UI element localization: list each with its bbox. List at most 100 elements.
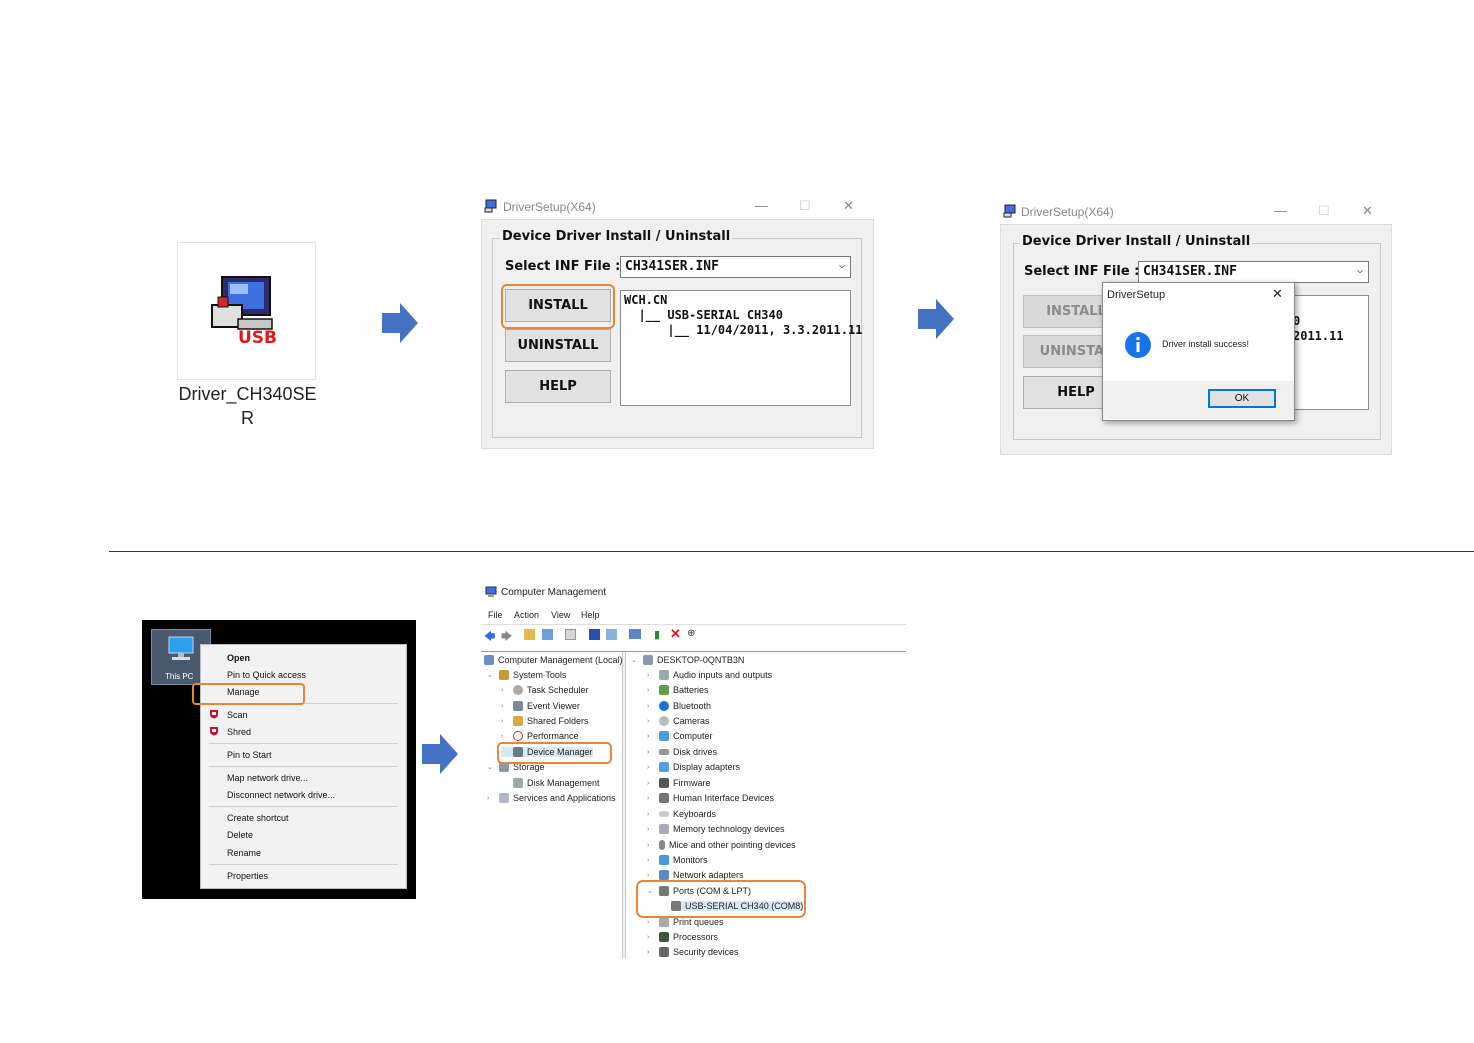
dialog-close-icon[interactable]: ✕: [1272, 286, 1283, 302]
chevron-right-icon: ›: [647, 671, 650, 679]
audio-icon: [659, 670, 669, 680]
tree-task-scheduler[interactable]: › Task Scheduler: [501, 685, 589, 695]
back-icon[interactable]: 🡄: [484, 628, 495, 647]
memory-icon: [659, 824, 669, 834]
chevron-right-icon: ›: [647, 779, 650, 787]
menu-item-pin-quick-access[interactable]: Pin to Quick access: [227, 670, 306, 680]
menu-item-open[interactable]: Open: [227, 653, 250, 663]
up-folder-icon[interactable]: [524, 629, 535, 640]
chevron-right-icon: ›: [647, 748, 650, 756]
arrow-right-icon: [918, 299, 954, 339]
ok-button[interactable]: OK: [1208, 389, 1276, 408]
manage-highlight: [192, 683, 305, 705]
close-icon[interactable]: ✕: [843, 198, 854, 214]
device-category[interactable]: › Audio inputs and outputs: [647, 670, 772, 680]
view-icon[interactable]: [606, 629, 617, 640]
minimize-icon[interactable]: —: [755, 198, 768, 213]
device-category[interactable]: › Cameras: [647, 716, 710, 726]
device-category[interactable]: › Monitors: [647, 855, 708, 865]
update-driver-icon[interactable]: ▮: [654, 628, 660, 641]
properties-icon[interactable]: [565, 629, 576, 640]
info-icon: [1125, 332, 1151, 358]
close-icon[interactable]: ✕: [1362, 203, 1373, 219]
menu-item-delete[interactable]: Delete: [227, 830, 253, 840]
section-divider: [109, 551, 1474, 552]
chevron-right-icon: ›: [647, 763, 650, 771]
menu-item-shred[interactable]: Shred: [227, 727, 251, 737]
toolbar-bottom-border: [481, 651, 906, 652]
help-icon[interactable]: [589, 629, 600, 640]
show-hide-tree-icon[interactable]: [542, 629, 553, 640]
device-category[interactable]: › Print queues: [647, 917, 724, 927]
menu-action[interactable]: Action: [514, 610, 539, 620]
menu-help[interactable]: Help: [581, 610, 600, 620]
window-title: DriverSetup(X64): [503, 200, 596, 214]
chevron-right-icon: ›: [647, 948, 650, 956]
info-partial: 2011.11: [1293, 329, 1344, 343]
device-category-label: Firmware: [673, 778, 711, 788]
device-category[interactable]: › Processors: [647, 932, 718, 942]
device-category[interactable]: › Firmware: [647, 778, 711, 788]
device-category-label: Memory technology devices: [673, 824, 785, 834]
tree-disk-management[interactable]: Disk Management: [501, 778, 600, 788]
device-category[interactable]: › Memory technology devices: [647, 824, 785, 834]
chevron-down-icon: ⌄: [631, 657, 637, 664]
menu-item-properties[interactable]: Properties: [227, 871, 268, 881]
monitor-icon: [659, 855, 669, 865]
menu-view[interactable]: View: [551, 610, 570, 620]
menu-file[interactable]: File: [488, 610, 503, 620]
driver-setup-app-icon: [484, 199, 497, 213]
tree-shared-folders[interactable]: › Shared Folders: [501, 716, 589, 726]
pane-splitter[interactable]: [622, 652, 626, 958]
device-root[interactable]: ⌄ DESKTOP-0QNTB3N: [631, 655, 744, 665]
device-category[interactable]: › Network adapters: [647, 870, 744, 880]
device-category[interactable]: › Security devices: [647, 947, 739, 957]
services-icon: [499, 793, 509, 803]
device-category-label: Mice and other pointing devices: [669, 840, 796, 850]
tree-services-applications[interactable]: › Services and Applications: [487, 793, 616, 803]
menu-item-disconnect-network-drive[interactable]: Disconnect network drive...: [227, 790, 335, 800]
mcafee-shield-icon: [210, 710, 218, 719]
device-category[interactable]: › Keyboards: [647, 809, 716, 819]
help-button[interactable]: HELP: [505, 370, 611, 403]
device-category[interactable]: › Mice and other pointing devices: [647, 840, 796, 850]
device-category-label: Keyboards: [673, 809, 717, 819]
menu-item-pin-start[interactable]: Pin to Start: [227, 750, 272, 760]
success-dialog: DriverSetup ✕ Driver install success! OK: [1102, 282, 1295, 421]
menu-separator: [209, 806, 398, 807]
disk-management-icon: [513, 778, 523, 788]
scan-download-icon[interactable]: ⊕: [687, 628, 695, 639]
maximize-icon: ☐: [1318, 203, 1330, 218]
tree-system-tools[interactable]: ⌄ System Tools: [487, 670, 566, 680]
menu-item-map-network-drive[interactable]: Map network drive...: [227, 773, 308, 783]
computer-management-app-icon: [485, 586, 497, 597]
device-category[interactable]: › Display adapters: [647, 762, 740, 772]
uninstall-button[interactable]: UNINSTALL: [505, 329, 611, 362]
usb-serial-highlight: [636, 880, 806, 918]
device-category[interactable]: › Batteries: [647, 685, 709, 695]
device-category[interactable]: › Human Interface Devices: [647, 793, 774, 803]
device-category[interactable]: › Disk drives: [647, 747, 717, 757]
inf-file-dropdown[interactable]: CH341SER.INF ⌵: [1138, 261, 1369, 283]
menu-separator: [209, 743, 398, 744]
tree-computer-management-local[interactable]: Computer Management (Local): [484, 655, 623, 665]
minimize-icon[interactable]: —: [1274, 203, 1287, 218]
inf-file-dropdown[interactable]: CH341SER.INF ⌵: [620, 256, 851, 278]
menu-item-scan[interactable]: Scan: [227, 710, 248, 720]
driver-file-icon-tile[interactable]: USB: [177, 242, 316, 380]
menu-item-create-shortcut[interactable]: Create shortcut: [227, 813, 289, 823]
inf-file-value: CH341SER.INF: [625, 259, 719, 274]
device-category[interactable]: › Computer: [647, 731, 713, 741]
uninstall-device-icon[interactable]: ✕: [670, 626, 681, 642]
monitor-icon[interactable]: [629, 629, 641, 639]
chevron-right-icon: ›: [647, 856, 650, 864]
clock-icon: [513, 685, 523, 695]
device-category[interactable]: › Bluetooth: [647, 701, 711, 711]
tree-event-viewer[interactable]: › Event Viewer: [501, 701, 580, 711]
chevron-down-icon: ⌵: [838, 260, 845, 271]
tools-icon: [499, 670, 509, 680]
forward-icon[interactable]: 🡆: [501, 628, 512, 647]
tree-performance[interactable]: › Performance: [501, 731, 579, 741]
select-inf-label: Select INF File :: [1024, 264, 1140, 279]
menu-item-rename[interactable]: Rename: [227, 848, 261, 858]
